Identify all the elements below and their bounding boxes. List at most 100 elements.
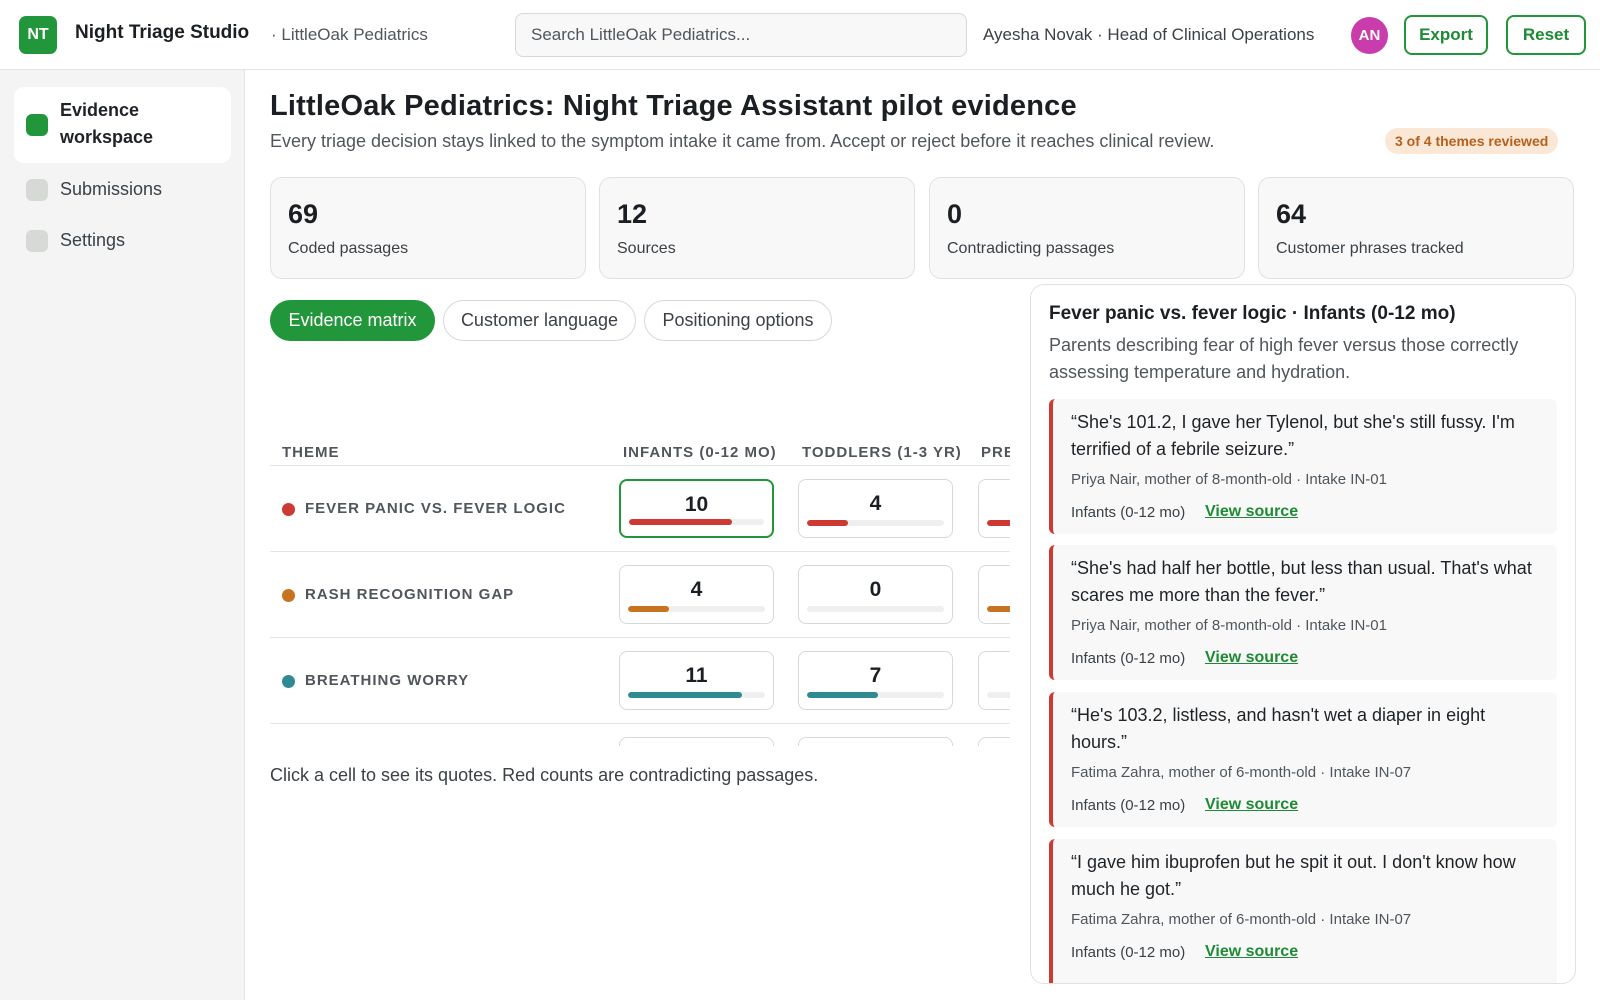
top-bar: NT Night Triage Studio · LittleOak Pedia… [0, 0, 1600, 70]
tab-evidence-matrix[interactable]: Evidence matrix [270, 300, 435, 341]
matrix-cell[interactable]: 11 [619, 651, 774, 710]
view-source-link[interactable]: View source [1205, 649, 1298, 667]
view-source-link[interactable]: View source [1205, 503, 1298, 521]
app-title: Night Triage Studio [75, 22, 250, 43]
matrix-cell[interactable]: 10 [619, 479, 774, 538]
tab-positioning-options[interactable]: Positioning options [644, 300, 832, 341]
cell-bar-fill [987, 520, 1010, 526]
matrix-cell[interactable] [978, 651, 1010, 710]
quote-card: “She's 101.2, I gave her Tylenol, but sh… [1049, 399, 1557, 534]
matrix-row: BREATHING WORRY 11 7 [270, 638, 1010, 724]
cell-bar-fill [807, 692, 879, 698]
settings-icon [26, 230, 48, 252]
theme-color-dot [282, 675, 295, 688]
matrix-row: CHRONIC CONDITION UNCERTAINTY 0 0 [270, 724, 1010, 746]
stat-label: Customer phrases tracked [1276, 240, 1464, 257]
cell-count: 0 [869, 578, 882, 601]
cell-bar-track [628, 606, 765, 612]
tab-customer-language[interactable]: Customer language [443, 300, 636, 341]
quote-attribution: Fatima Zahra, mother of 6-month-old · In… [1071, 911, 1412, 928]
stat-value: 0 [947, 199, 963, 229]
view-source-link[interactable]: View source [1205, 943, 1298, 961]
sidebar-item-evidence-workspace[interactable]: Evidence workspace [14, 87, 231, 163]
avatar[interactable]: AN [1351, 17, 1388, 54]
matrix-cell[interactable]: 7 [798, 651, 953, 710]
matrix-cell[interactable]: 0 [798, 737, 953, 746]
cell-bar-track [628, 692, 765, 698]
cell-count: 11 [685, 664, 708, 687]
sidebar-item-label: Evidence workspace [60, 100, 154, 147]
stat-card-sources: 12 Sources [599, 177, 915, 279]
cell-bar-track [629, 519, 764, 525]
quote-card: “I gave him ibuprofen but he spit it out… [1049, 839, 1557, 983]
review-status-badge: 3 of 4 themes reviewed [1385, 128, 1559, 154]
theme-name: FEVER PANIC VS. FEVER LOGIC [305, 500, 566, 517]
quote-segment: Infants (0-12 mo) [1071, 650, 1186, 667]
search-input[interactable] [515, 13, 967, 57]
cell-count: 4 [869, 492, 882, 515]
matrix-cell[interactable] [978, 737, 1010, 746]
org-name: · LittleOak Pediatrics [271, 25, 428, 44]
stat-label: Contradicting passages [947, 240, 1115, 257]
sidebar-item-label: Submissions [60, 179, 163, 199]
column-header-infants: INFANTS (0-12 MO) [623, 444, 777, 461]
sidebar-item-submissions[interactable]: Submissions [14, 170, 231, 210]
cell-count: 10 [684, 493, 709, 516]
quote-text: “She's 101.2, I gave her Tylenol, but sh… [1071, 412, 1515, 459]
cell-bar-track [807, 692, 944, 698]
sidebar-item-settings[interactable]: Settings [14, 221, 231, 261]
theme-name: BREATHING WORRY [305, 672, 470, 689]
quote-card: “He's 103.2, listless, and hasn't wet a … [1049, 692, 1557, 827]
sidebar-item-label: Settings [60, 230, 126, 250]
quote-attribution: Priya Nair, mother of 8-month-old · Inta… [1071, 617, 1387, 634]
matrix-cell[interactable]: 4 [619, 565, 774, 624]
evidence-matrix: THEME INFANTS (0-12 MO) TODDLERS (1-3 YR… [270, 360, 1010, 746]
panel-title: Fever panic vs. fever logic · Infants (0… [1049, 303, 1456, 324]
quote-text: “He's 103.2, listless, and hasn't wet a … [1071, 705, 1486, 752]
cell-bar-track [987, 606, 1010, 612]
page-subtitle: Every triage decision stays linked to th… [270, 131, 1215, 151]
matrix-cell[interactable]: 4 [798, 479, 953, 538]
panel-description: Parents describing fear of high fever ve… [1049, 335, 1519, 382]
quote-attribution: Fatima Zahra, mother of 6-month-old · In… [1071, 764, 1412, 781]
cell-count: 7 [869, 664, 882, 687]
matrix-cell[interactable]: 0 [619, 737, 774, 746]
cell-bar-track [987, 520, 1010, 526]
quote-text: “I gave him ibuprofen but he spit it out… [1071, 852, 1516, 899]
column-header-toddlers: TODDLERS (1-3 YR) [802, 444, 962, 461]
stat-card-coded-passages: 69 Coded passages [270, 177, 586, 279]
quote-detail-panel: Fever panic vs. fever logic · Infants (0… [1030, 284, 1576, 984]
view-source-link[interactable]: View source [1205, 796, 1298, 814]
submissions-icon [26, 179, 48, 201]
column-header-theme: THEME [282, 444, 340, 461]
matrix-cell[interactable]: 0 [798, 565, 953, 624]
cell-count: 4 [690, 578, 703, 601]
stat-label: Coded passages [288, 240, 409, 257]
stat-value: 69 [288, 199, 319, 229]
theme-color-dot [282, 589, 295, 602]
quote-text: “She's had half her bottle, but less tha… [1071, 558, 1532, 605]
matrix-row: FEVER PANIC VS. FEVER LOGIC 10 4 [270, 466, 1010, 552]
matrix-cell[interactable] [978, 565, 1010, 624]
sidebar: Evidence workspace Submissions Settings [0, 70, 245, 1000]
cell-bar-track [987, 692, 1010, 698]
cell-bar-track [807, 520, 944, 526]
cell-bar-fill [628, 606, 670, 612]
matrix-cell[interactable] [978, 479, 1010, 538]
user-name: Ayesha Novak · Head of Clinical Operatio… [983, 25, 1315, 44]
matrix-row: RASH RECOGNITION GAP 4 0 [270, 552, 1010, 638]
theme-color-dot [282, 503, 295, 516]
quote-attribution: Priya Nair, mother of 8-month-old · Inta… [1071, 471, 1387, 488]
stat-label: Sources [617, 240, 676, 257]
workspace-icon [26, 114, 48, 136]
cell-bar-fill [629, 519, 732, 525]
theme-name: RASH RECOGNITION GAP [305, 586, 515, 603]
stat-value: 64 [1276, 199, 1307, 229]
reset-button[interactable]: Reset [1506, 15, 1586, 55]
quote-card: “She's had half her bottle, but less tha… [1049, 545, 1557, 680]
cell-bar-track [807, 606, 944, 612]
export-button[interactable]: Export [1404, 15, 1488, 55]
matrix-hint: Click a cell to see its quotes. Red coun… [270, 765, 819, 785]
stat-card-customer-phrases: 64 Customer phrases tracked [1258, 177, 1574, 279]
stat-value: 12 [617, 199, 648, 229]
